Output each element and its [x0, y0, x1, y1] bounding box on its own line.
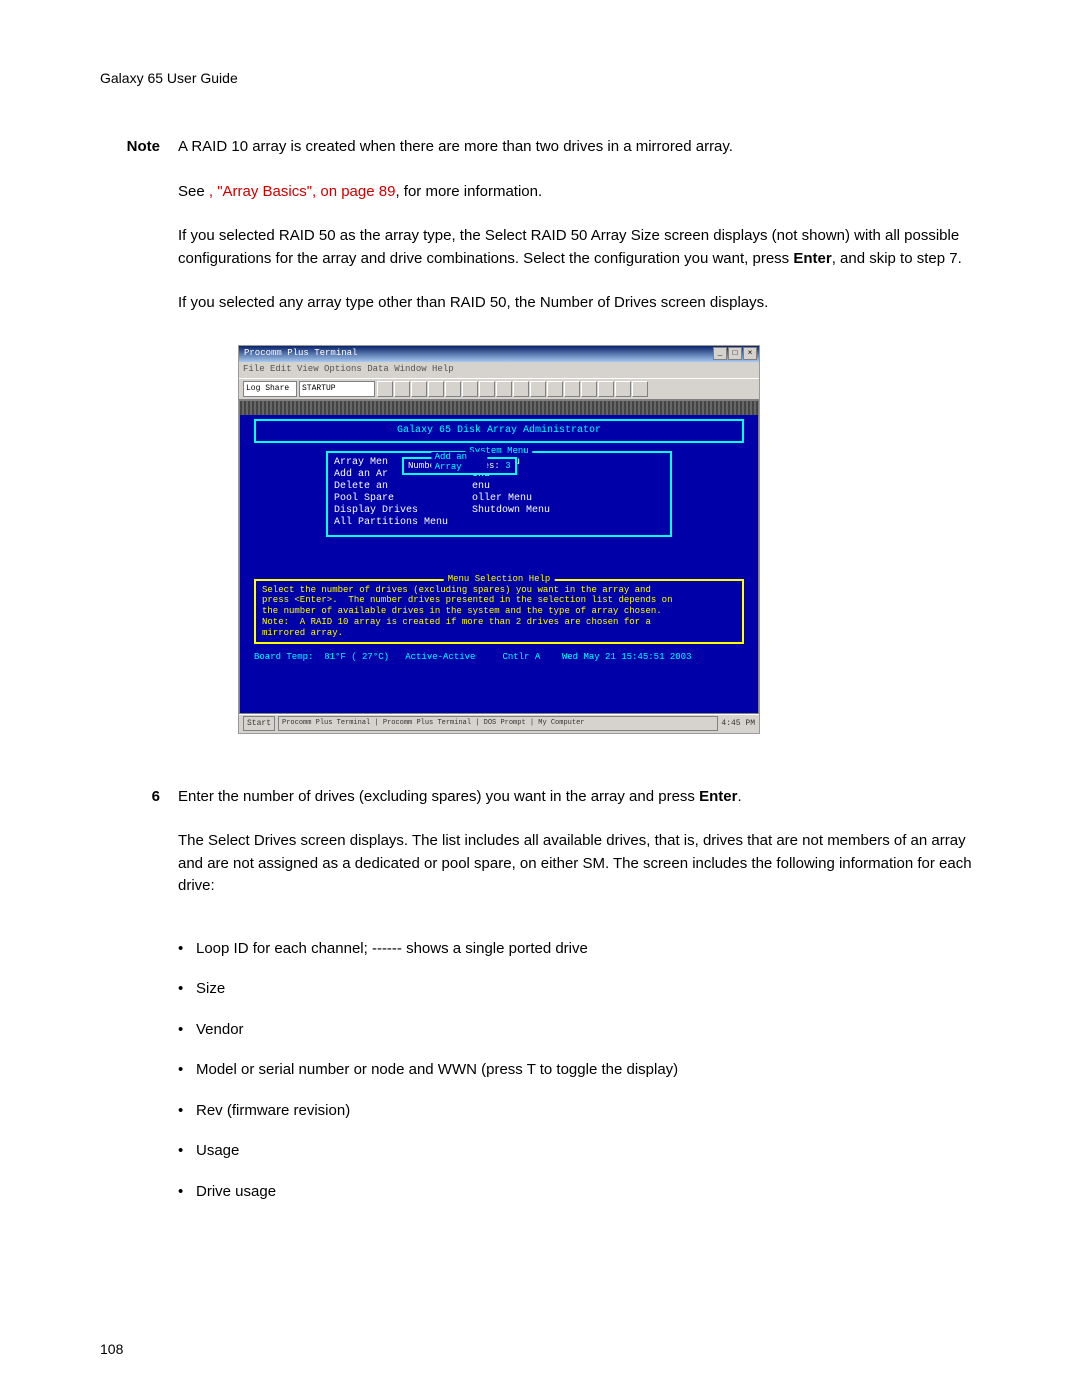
maximize-icon[interactable]: □	[728, 347, 742, 360]
see-prefix: See	[178, 183, 209, 200]
close-icon[interactable]: ×	[743, 347, 757, 360]
toolbar-icon[interactable]	[564, 381, 580, 397]
cross-ref-link[interactable]: , "Array Basics", on page 89	[209, 183, 396, 200]
toolbar-icons	[377, 381, 648, 397]
toolbar: Log Share STARTUP	[239, 378, 759, 400]
raid50-text-b: , and skip to step 7.	[832, 250, 962, 267]
taskbar-items[interactable]: Procomm Plus Terminal | Procomm Plus Ter…	[278, 716, 718, 731]
add-array-popup: Add an Array Number of Drives: 3	[402, 457, 517, 476]
menu-area: System Menu Array Men ion Menu Add an Ar…	[326, 451, 672, 541]
terminal-screenshot: Procomm Plus Terminal _ □ × File Edit Vi…	[238, 345, 760, 734]
list-item: Vendor	[178, 1019, 980, 1042]
step6-b: .	[737, 788, 741, 805]
enter-keyword: Enter	[793, 250, 831, 267]
enter-keyword-2: Enter	[699, 788, 737, 805]
page-number: 108	[100, 1341, 123, 1357]
toolbar-icon[interactable]	[496, 381, 512, 397]
running-header: Galaxy 65 User Guide	[100, 70, 980, 86]
toolbar-icon[interactable]	[394, 381, 410, 397]
toolbar-dropdown-2[interactable]: STARTUP	[299, 381, 375, 397]
step6-a: Enter the number of drives (excluding sp…	[178, 788, 699, 805]
toolbar-icon[interactable]	[479, 381, 495, 397]
start-button[interactable]: Start	[243, 716, 275, 731]
toolbar-icon[interactable]	[428, 381, 444, 397]
admin-title-box: Galaxy 65 Disk Array Administrator	[254, 419, 744, 443]
list-item: Drive usage	[178, 1181, 980, 1204]
other-array-para: If you selected any array type other tha…	[100, 292, 980, 315]
step-number: 6	[100, 786, 178, 809]
select-drives-text: The Select Drives screen displays. The l…	[178, 830, 980, 898]
toolbar-icon[interactable]	[547, 381, 563, 397]
note-body: A RAID 10 array is created when there ar…	[178, 136, 980, 159]
toolbar-icon[interactable]	[445, 381, 461, 397]
drive-info-list: Loop ID for each channel; ------ shows a…	[178, 938, 980, 1204]
toolbar-icon[interactable]	[530, 381, 546, 397]
note-row: Note A RAID 10 array is created when the…	[100, 136, 980, 159]
step-6-row: 6 Enter the number of drives (excluding …	[100, 786, 980, 809]
help-text: Select the number of drives (excluding s…	[262, 585, 736, 639]
list-item: Loop ID for each channel; ------ shows a…	[178, 938, 980, 961]
help-title: Menu Selection Help	[444, 574, 555, 585]
window-titlebar: Procomm Plus Terminal _ □ ×	[239, 346, 759, 362]
toolbar-icon[interactable]	[615, 381, 631, 397]
note-label: Note	[100, 136, 178, 159]
see-row: See , "Array Basics", on page 89, for mo…	[100, 181, 980, 204]
toolbar-icon[interactable]	[581, 381, 597, 397]
num-drives-value[interactable]: 3	[505, 461, 510, 471]
bullet-list-row: Loop ID for each channel; ------ shows a…	[100, 920, 980, 1222]
see-suffix: , for more information.	[395, 183, 542, 200]
toolbar-icon[interactable]	[377, 381, 393, 397]
see-text: See , "Array Basics", on page 89, for mo…	[178, 181, 980, 204]
list-item: Usage	[178, 1140, 980, 1163]
toolbar-icon[interactable]	[462, 381, 478, 397]
taskbar-clock: 4:45 PM	[721, 718, 755, 730]
window-title: Procomm Plus Terminal	[241, 347, 712, 361]
toolbar-icon[interactable]	[598, 381, 614, 397]
status-bar: Board Temp: 81°F ( 27°C) Active-Active C…	[246, 648, 752, 667]
windows-taskbar: Start Procomm Plus Terminal | Procomm Pl…	[239, 714, 759, 733]
list-item: Size	[178, 978, 980, 1001]
screenshot-row: Procomm Plus Terminal _ □ × File Edit Vi…	[100, 337, 980, 764]
list-item: Rev (firmware revision)	[178, 1100, 980, 1123]
select-drives-para: The Select Drives screen displays. The l…	[100, 830, 980, 898]
other-array-text: If you selected any array type other tha…	[178, 292, 980, 315]
menu-bar[interactable]: File Edit View Options Data Window Help	[239, 362, 759, 378]
toolbar-icon[interactable]	[411, 381, 427, 397]
minimize-icon[interactable]: _	[713, 347, 727, 360]
decorative-stripe	[240, 401, 758, 415]
toolbar-dropdown-1[interactable]: Log Share	[243, 381, 297, 397]
document-page: Galaxy 65 User Guide Note A RAID 10 arra…	[0, 0, 1080, 1397]
raid50-para: If you selected RAID 50 as the array typ…	[100, 225, 980, 270]
toolbar-icon[interactable]	[632, 381, 648, 397]
popup-title: Add an Array	[432, 452, 487, 474]
list-item: Model or serial number or node and WWN (…	[178, 1059, 980, 1082]
help-box: Menu Selection Help Select the number of…	[254, 579, 744, 645]
step-6-text: Enter the number of drives (excluding sp…	[178, 786, 980, 809]
toolbar-icon[interactable]	[513, 381, 529, 397]
terminal-area: Galaxy 65 Disk Array Administrator Syste…	[239, 400, 759, 714]
